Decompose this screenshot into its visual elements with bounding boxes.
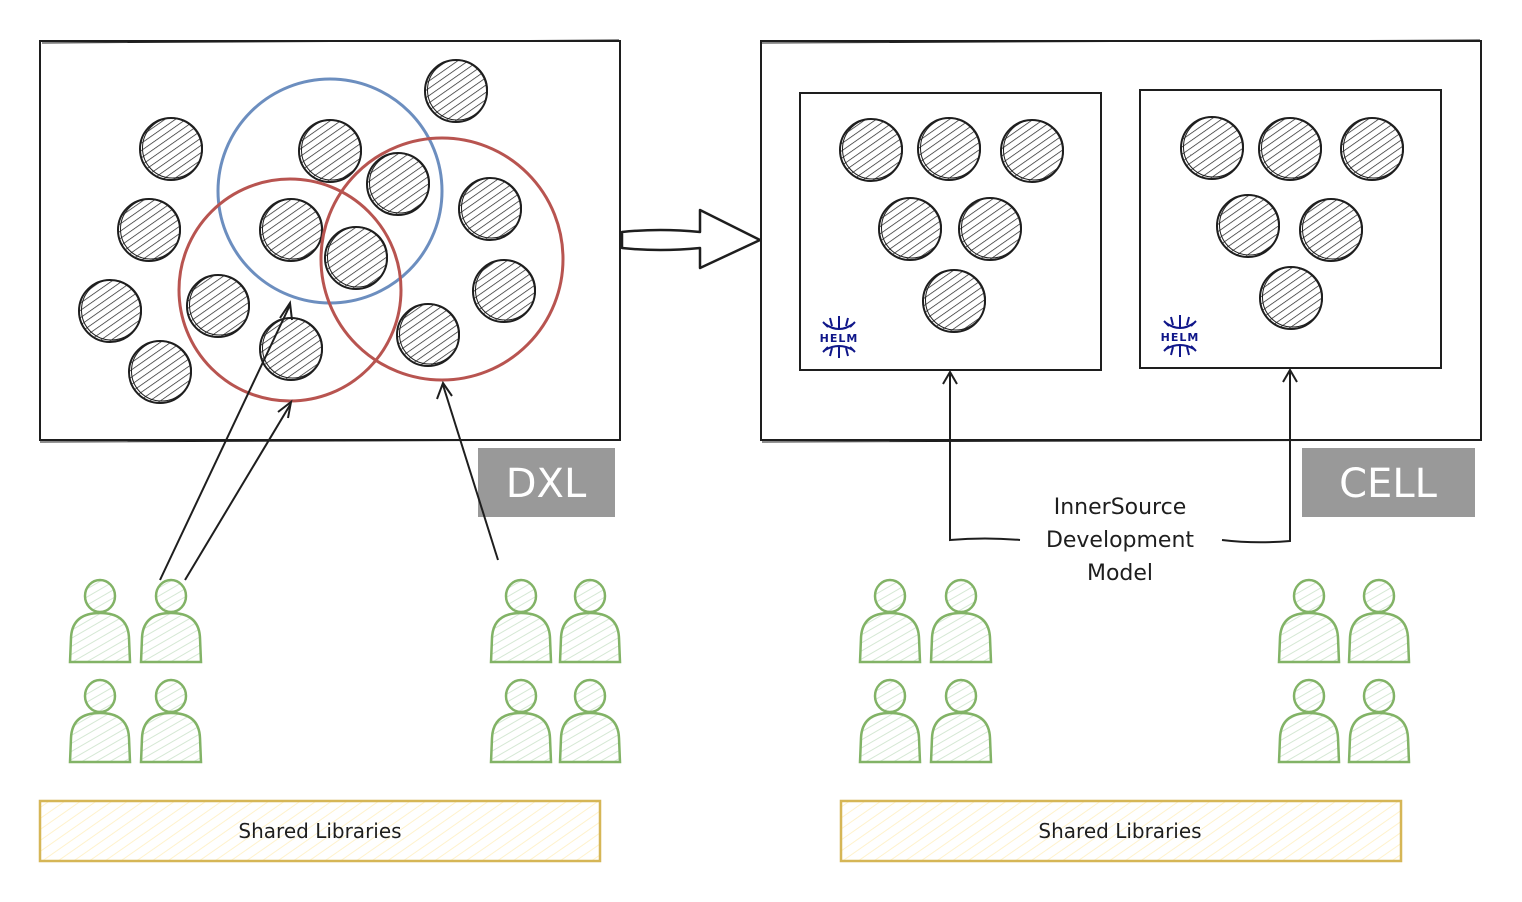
shared-libraries-left: Shared Libraries	[38, 799, 602, 863]
service-node	[1180, 116, 1244, 180]
service-node	[128, 340, 192, 404]
person-icon	[858, 578, 922, 664]
helm-label: HELM	[1161, 331, 1200, 344]
cell-label: CELL	[1339, 461, 1437, 507]
connector-to-cell-2	[1221, 372, 1291, 544]
shared-libraries-label: Shared Libraries	[238, 819, 401, 843]
person-icon	[489, 678, 553, 764]
helm-icon: HELM	[820, 316, 859, 358]
annotation-line-2: Development	[1046, 528, 1194, 553]
person-icon	[558, 578, 622, 664]
service-node	[1000, 119, 1064, 183]
service-node	[1259, 266, 1323, 330]
innersource-annotation: InnerSource Development Model	[942, 368, 1298, 586]
cell-label-box: CELL	[1302, 448, 1475, 517]
person-icon	[929, 678, 993, 764]
service-node	[1340, 117, 1404, 181]
service-node	[922, 269, 986, 333]
architecture-diagram: DXL HELM HELM CELL InnerSource Developme…	[38, 39, 1483, 863]
cell-panel: HELM HELM	[759, 39, 1483, 443]
dxl-panel	[39, 39, 622, 443]
service-node	[472, 259, 536, 323]
person-icon	[1277, 578, 1341, 664]
annotation-line-3: Model	[1087, 561, 1153, 586]
helm-icon: HELM	[1161, 315, 1200, 357]
helm-label: HELM	[820, 332, 859, 345]
shared-libraries-right: Shared Libraries	[839, 799, 1403, 863]
service-node	[1258, 117, 1322, 181]
cell-1: HELM	[799, 92, 1102, 371]
person-icon	[558, 678, 622, 764]
service-node	[1216, 194, 1280, 258]
cell-boundary	[760, 40, 1482, 441]
service-node	[139, 117, 203, 181]
shared-libraries-label: Shared Libraries	[1038, 819, 1201, 843]
person-icon	[139, 678, 203, 764]
service-node	[259, 198, 323, 262]
annotation-line-1: InnerSource	[1054, 495, 1187, 520]
service-node	[117, 198, 181, 262]
service-node	[917, 117, 981, 181]
person-icon	[858, 678, 922, 764]
person-icon	[489, 578, 553, 664]
service-node	[324, 226, 388, 290]
service-node	[186, 274, 250, 338]
service-node	[396, 303, 460, 367]
transition-arrow	[620, 208, 762, 270]
service-node	[1299, 198, 1363, 262]
service-node	[424, 59, 488, 123]
service-node	[78, 279, 142, 343]
cell-1-services	[839, 117, 1064, 333]
service-node	[878, 197, 942, 261]
service-node	[839, 118, 903, 182]
service-node	[458, 177, 522, 241]
person-icon	[929, 578, 993, 664]
person-icon	[68, 578, 132, 664]
person-icon	[68, 678, 132, 764]
teams	[68, 578, 1411, 764]
person-icon	[1277, 678, 1341, 764]
dxl-services	[78, 59, 536, 404]
dxl-label: DXL	[506, 461, 587, 507]
service-node	[298, 119, 362, 183]
service-node	[366, 152, 430, 216]
person-icon	[1347, 578, 1411, 664]
person-icon	[139, 578, 203, 664]
person-icon	[1347, 678, 1411, 764]
connector-to-cell-1	[949, 374, 1021, 542]
dxl-label-box: DXL	[478, 448, 615, 517]
cell-2: HELM	[1139, 89, 1442, 369]
cell-2-services	[1180, 116, 1404, 330]
service-node	[958, 197, 1022, 261]
